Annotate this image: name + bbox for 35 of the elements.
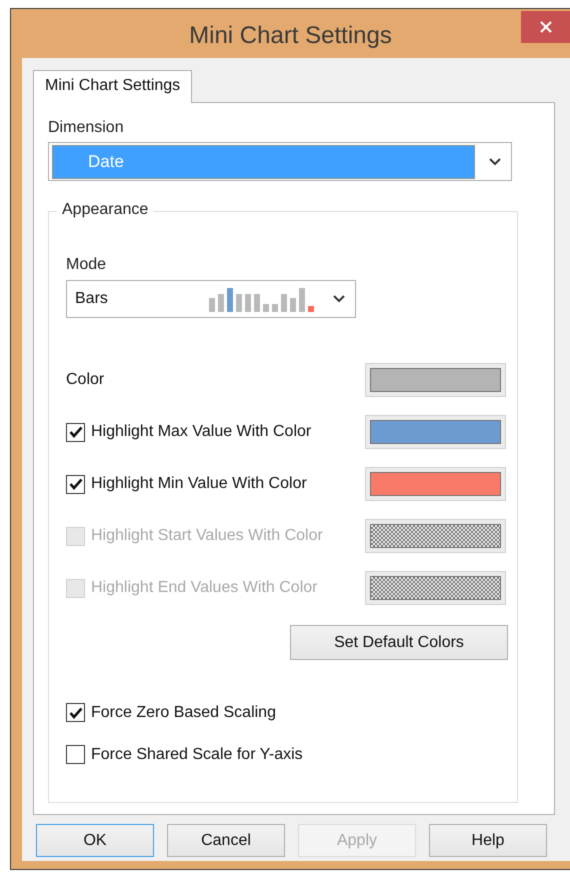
tab[interactable]: Mini Chart Settings xyxy=(33,70,192,103)
bar-chart-preview-icon xyxy=(209,286,315,312)
color-picker-button[interactable] xyxy=(365,415,506,449)
checkbox-label: Highlight Min Value With Color xyxy=(91,475,307,493)
dialog-button: Apply xyxy=(298,824,416,857)
chevron-down-icon xyxy=(333,295,345,303)
checkbox-label: Force Zero Based Scaling xyxy=(91,704,276,722)
checkbox[interactable] xyxy=(66,474,85,494)
mode-dropdown[interactable]: Bars xyxy=(66,280,356,318)
field-label: Mode xyxy=(66,256,106,274)
dialog-button[interactable]: OK xyxy=(36,824,154,857)
checkbox-label: Highlight Max Value With Color xyxy=(91,423,312,441)
checkbox[interactable] xyxy=(66,703,85,722)
selected-value: Bars xyxy=(75,290,109,308)
checkbox-label: Highlight Start Values With Color xyxy=(91,527,323,545)
close-button[interactable] xyxy=(521,11,570,43)
group-title: Appearance xyxy=(57,201,154,219)
color-picker-button[interactable] xyxy=(365,363,506,397)
checkmark-icon xyxy=(68,426,82,438)
checkbox[interactable] xyxy=(66,745,85,764)
selected-value: Date xyxy=(52,144,475,178)
checkmark-icon xyxy=(68,478,82,490)
dialog-button[interactable]: Cancel xyxy=(167,824,285,857)
field-label: Color xyxy=(66,371,104,389)
color-picker-button[interactable] xyxy=(365,467,506,501)
set-default-colors-button[interactable]: Set Default Colors xyxy=(290,625,508,660)
checkmark-icon xyxy=(68,706,82,718)
chevron-down-icon xyxy=(489,158,501,166)
dialog-button[interactable]: Help xyxy=(429,824,547,857)
window-title: Mini Chart Settings xyxy=(189,22,392,51)
checkbox-label: Force Shared Scale for Y-axis xyxy=(91,746,303,764)
checkbox-label: Highlight End Values With Color xyxy=(91,579,318,597)
field-label: Dimension xyxy=(48,119,124,137)
close-icon xyxy=(538,20,552,34)
checkbox[interactable] xyxy=(66,422,85,442)
